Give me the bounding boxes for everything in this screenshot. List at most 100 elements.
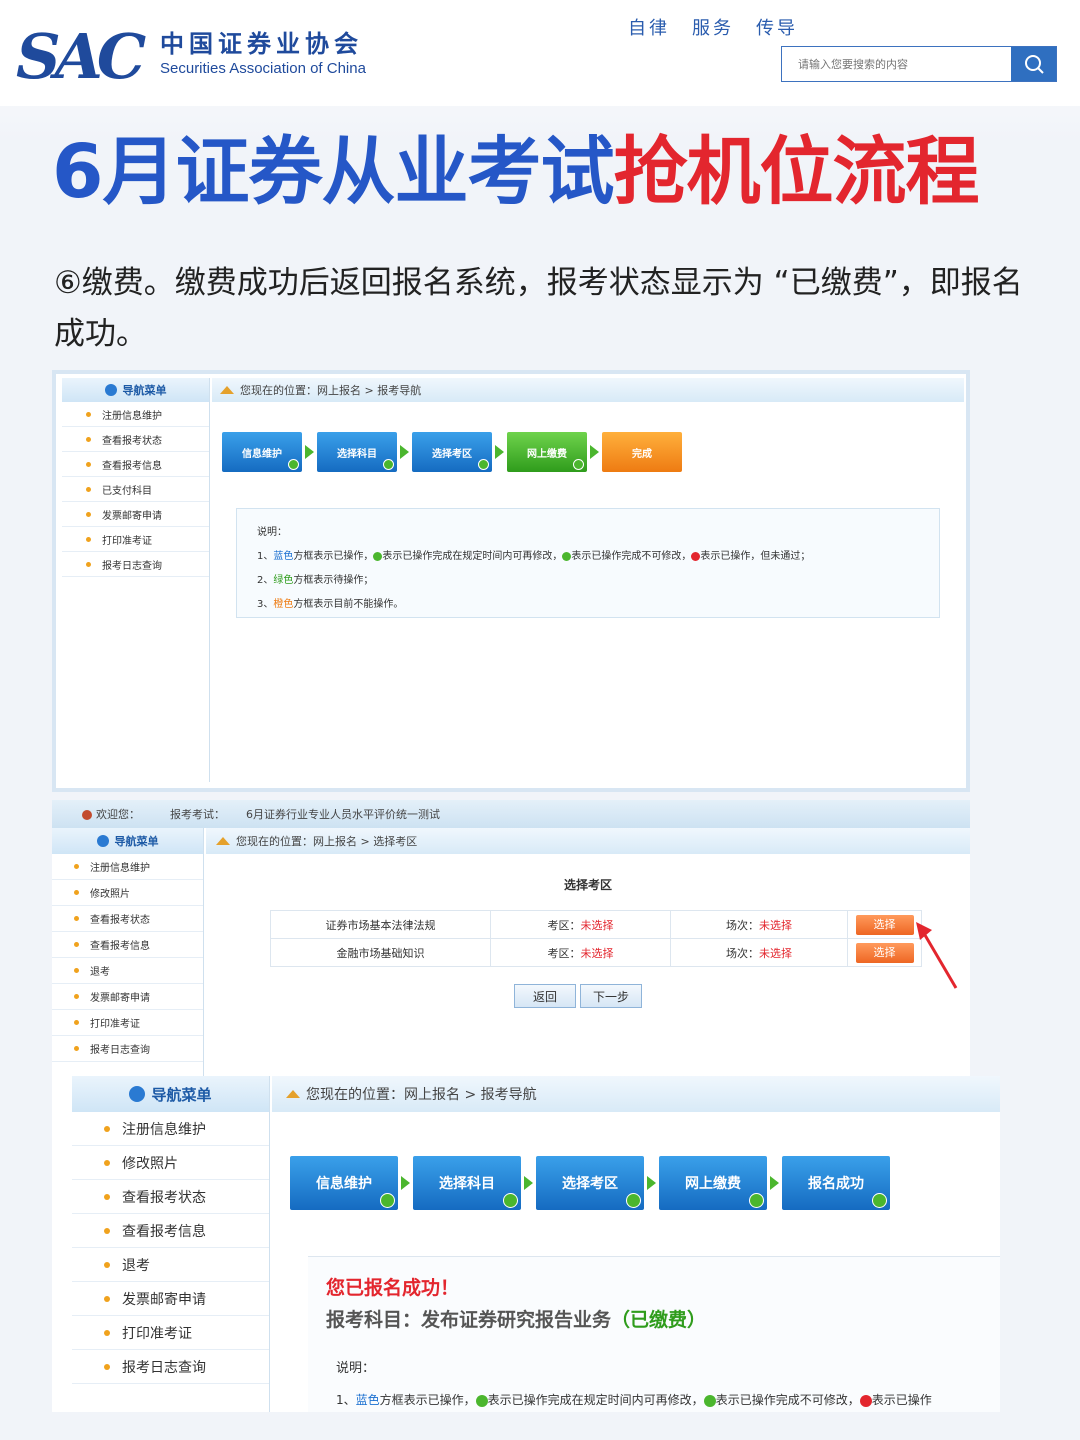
nav-menu-title: 导航菜单 — [151, 1085, 212, 1104]
session-label: 场次： — [726, 946, 759, 960]
nav-item[interactable]: 查看报考信息 — [52, 932, 203, 958]
step-4[interactable]: 网上缴费 — [659, 1156, 767, 1210]
select-button[interactable]: 选择 — [855, 914, 914, 935]
note-line-1: 1、蓝色方框表示已操作， 表示已操作完成在规定时间内可再修改， 表示已操作完成不可修… — [257, 551, 811, 562]
nav-item[interactable]: 发票邮寄申请 — [52, 984, 203, 1010]
nav-menu-header: 导航菜单 — [52, 828, 203, 854]
step-label: 选择考区 — [432, 448, 472, 460]
step-1[interactable]: 信息维护 — [290, 1156, 398, 1210]
bullet-icon — [104, 1363, 110, 1370]
area-value: 未选择 — [580, 918, 614, 932]
note-line-3: 3、橙色方框表示目前不能操作。 — [257, 599, 404, 610]
nav-item[interactable]: 报考日志查询 — [52, 1036, 203, 1062]
sac-logo[interactable]: SAC — [16, 20, 146, 93]
bullet-icon — [104, 1227, 110, 1234]
green-check-icon — [475, 1394, 488, 1407]
menu-icon — [104, 384, 117, 396]
nav-item-label: 发票邮寄申请 — [122, 1291, 206, 1308]
nav-item[interactable]: 查看报考状态 — [62, 427, 209, 452]
nav-item[interactable]: 查看报考信息 — [62, 452, 209, 477]
bullet-icon — [86, 486, 91, 492]
search-button[interactable] — [1011, 47, 1056, 81]
step-3[interactable]: 选择考区 — [536, 1156, 644, 1210]
step-2[interactable]: 选择科目 — [413, 1156, 521, 1210]
check-icon — [749, 1193, 764, 1208]
step-label: 网上缴费 — [527, 448, 567, 460]
nav-item[interactable]: 打印准考证 — [52, 1010, 203, 1036]
step-description: ⑥缴费。缴费成功后返回报名系统，报考状态显示为 “已缴费”，即报名成功。 — [54, 265, 1023, 352]
exam-info: 报考考试： 6月证券行业专业人员水平评价统一测试 — [170, 808, 440, 821]
nav-item[interactable]: 修改照片 — [52, 880, 203, 906]
progress-steps: 信息维护 选择科目 选择考区 网上缴费 完成 — [222, 432, 682, 472]
area-label: 考区： — [547, 918, 581, 932]
title-part-red: 抢机位流程 — [613, 129, 980, 215]
page-title: 6月证券从业考试抢机位流程 — [52, 112, 980, 219]
nav-item[interactable]: 已支付科目 — [62, 477, 209, 502]
step-5[interactable]: 报名成功 — [782, 1156, 890, 1210]
note-line-1: 1、蓝色方框表示已操作， 表示已操作完成在规定时间内可再修改， 表示已操作完成不可修… — [336, 1393, 932, 1407]
bullet-icon — [74, 890, 79, 895]
screenshot-registration-success: 导航菜单 注册信息维护 修改照片 查看报考状态 查看报考信息 退考发票邮寄申请打印准考证… — [52, 1076, 1000, 1412]
nav-item[interactable]: 发票邮寄申请 — [62, 502, 209, 527]
nav-item-label: 注册信息维护 — [102, 410, 162, 422]
nav-item[interactable]: 查看报考状态 — [52, 906, 203, 932]
bullet-icon — [86, 561, 91, 567]
nav-item-label: 注册信息维护 — [90, 863, 150, 874]
check-icon — [573, 459, 584, 470]
nav-item[interactable]: 注册信息维护 — [62, 402, 209, 427]
step-label: 选择科目 — [337, 448, 377, 460]
page: SAC 中国证券业协会 Securities Association of Ch… — [0, 0, 1080, 1440]
search-input[interactable] — [782, 47, 1011, 81]
section-title: 选择考区 — [563, 878, 612, 892]
home-icon[interactable] — [216, 837, 230, 845]
breadcrumb: 您现在的位置：网上报名 > 选择考区 — [206, 828, 970, 854]
red-warning-icon — [859, 1394, 872, 1407]
nav-item[interactable]: 退考 — [72, 1248, 269, 1282]
step-label: 完成 — [632, 448, 652, 460]
check-icon — [503, 1193, 518, 1208]
bullet-icon — [74, 864, 79, 869]
nav-item[interactable]: 注册信息维护 — [72, 1112, 269, 1146]
screenshot-payment-step: 导航菜单 注册信息维护 查看报考状态 查看报考信息 已支付科目 发票邮寄申请 打印准考证报… — [52, 370, 970, 792]
step-arrow-icon — [770, 1176, 779, 1190]
bullet-icon — [104, 1125, 110, 1132]
bullet-icon — [86, 536, 91, 542]
user-icon — [82, 810, 92, 820]
back-button[interactable]: 返回 — [514, 984, 576, 1008]
home-icon[interactable] — [286, 1090, 300, 1098]
step-1[interactable]: 信息维护 — [222, 432, 302, 472]
session-value: 未选择 — [759, 946, 792, 960]
nav-item[interactable]: 查看报考信息 — [72, 1214, 269, 1248]
nav-item-label: 打印准考证 — [90, 1019, 140, 1030]
area-cell: 考区：未选择 — [490, 910, 671, 939]
nav-item[interactable]: 退考 — [52, 958, 203, 984]
check-icon — [383, 459, 394, 470]
home-icon[interactable] — [220, 386, 234, 394]
menu-icon — [129, 1086, 146, 1102]
step-3[interactable]: 选择考区 — [412, 432, 492, 472]
nav-item[interactable]: 报考日志查询 — [72, 1350, 269, 1384]
nav-item[interactable]: 查看报考状态 — [72, 1180, 269, 1214]
select-button[interactable]: 选择 — [855, 942, 914, 963]
breadcrumb-text: 您现在的位置：网上报名 > 报考导航 — [306, 1087, 537, 1103]
nav-item[interactable]: 报考日志查询 — [62, 552, 209, 577]
step-arrow-icon — [305, 445, 314, 459]
nav-item[interactable]: 修改照片 — [72, 1146, 269, 1180]
nav-item-label: 发票邮寄申请 — [102, 510, 162, 522]
menu-icon — [96, 835, 109, 847]
nav-item[interactable]: 注册信息维护 — [52, 854, 203, 880]
bullet-icon — [74, 968, 79, 973]
step-5[interactable]: 完成 — [602, 432, 682, 472]
check-icon — [288, 459, 299, 470]
nav-item[interactable]: 打印准考证 — [72, 1316, 269, 1350]
step-arrow-icon — [495, 445, 504, 459]
step-2[interactable]: 选择科目 — [317, 432, 397, 472]
action-cell: 选择 — [847, 910, 922, 939]
nav-item[interactable]: 打印准考证 — [62, 527, 209, 552]
step-arrow-icon — [647, 1176, 656, 1190]
step-4[interactable]: 网上缴费 — [507, 432, 587, 472]
area-value: 未选择 — [580, 946, 614, 960]
next-button[interactable]: 下一步 — [580, 984, 642, 1008]
step-label: 选择考区 — [562, 1176, 618, 1192]
nav-item[interactable]: 发票邮寄申请 — [72, 1282, 269, 1316]
